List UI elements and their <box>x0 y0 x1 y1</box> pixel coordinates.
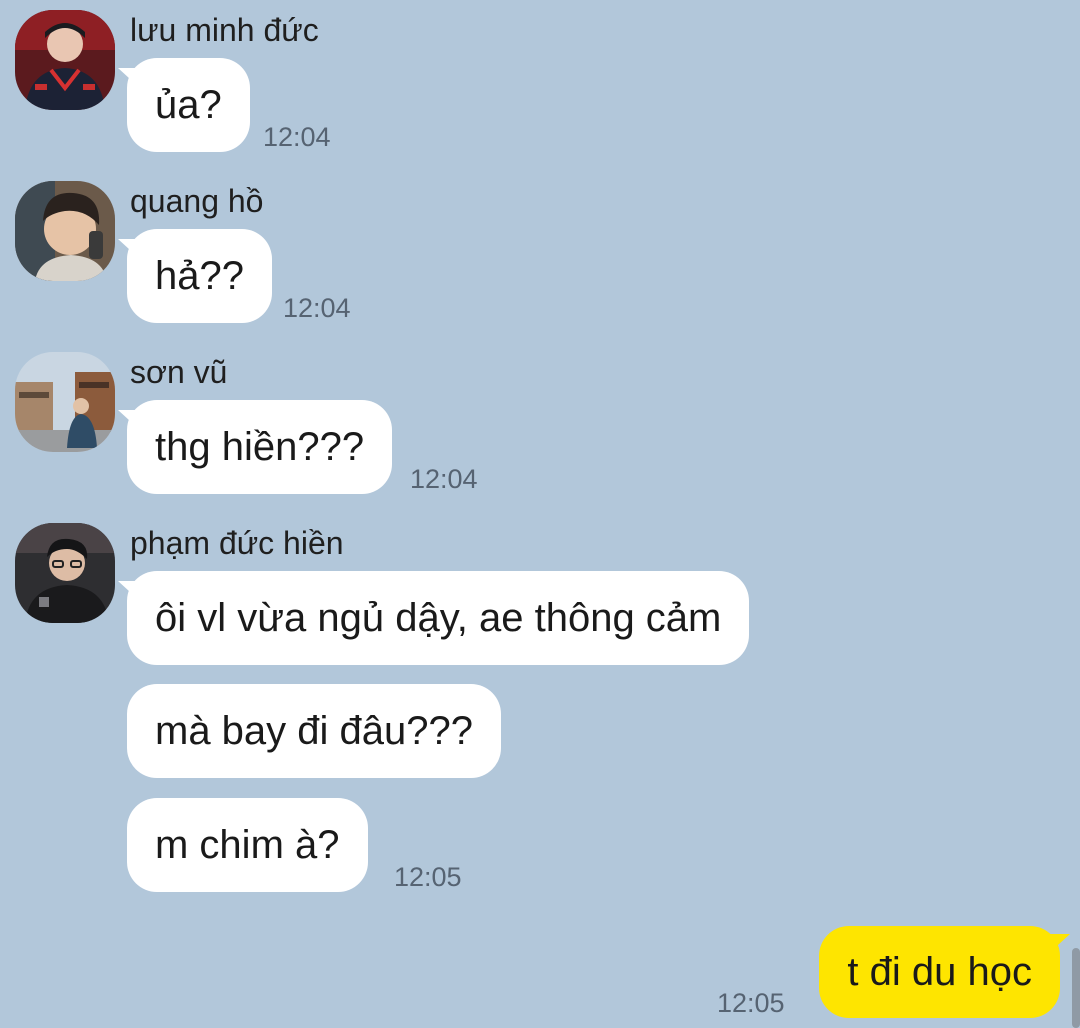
message-time: 12:04 <box>263 122 331 152</box>
scrollbar-thumb[interactable] <box>1072 948 1080 1028</box>
message-time: 12:05 <box>717 988 785 1018</box>
message-text: hả?? <box>155 253 244 298</box>
message-bubble[interactable]: hả?? <box>118 229 272 323</box>
profile-photo-icon <box>15 523 115 623</box>
outgoing-message-bubble[interactable]: t đi du học <box>819 926 1070 1018</box>
message-text: thg hiền??? <box>155 424 365 469</box>
chat-view[interactable]: lưu minh đức ủa? 12:04 quang hồ hả?? 12:… <box>0 0 1080 1028</box>
message-text: mà bay đi đâu??? <box>155 708 474 753</box>
message-time: 12:05 <box>394 862 462 892</box>
sender-avatar-luu-minh-duc[interactable] <box>15 10 115 110</box>
message-text: ôi vl vừa ngủ dậy, ae thông cảm <box>155 595 722 640</box>
sender-name: phạm đức hiền <box>130 525 344 561</box>
message-time: 12:04 <box>410 464 478 494</box>
message-bubble[interactable]: thg hiền??? <box>117 400 393 494</box>
message-bubble[interactable]: ủa? <box>118 58 250 152</box>
profile-photo-icon <box>15 352 115 452</box>
sender-name: quang hồ <box>130 183 264 219</box>
message-text: t đi du học <box>847 949 1032 994</box>
profile-photo-icon <box>15 10 115 110</box>
sender-avatar-pham-duc-hien[interactable] <box>15 523 115 623</box>
message-bubble[interactable]: m chim à? <box>127 798 368 892</box>
sender-avatar-quang-ho[interactable] <box>15 181 115 281</box>
message-bubble[interactable]: mà bay đi đâu??? <box>127 684 502 778</box>
message-text: m chim à? <box>155 822 340 867</box>
message-time: 12:04 <box>283 293 351 323</box>
profile-photo-icon <box>15 181 115 281</box>
sender-avatar-son-vu[interactable] <box>15 352 115 452</box>
sender-name: sơn vũ <box>130 354 228 390</box>
sender-name: lưu minh đức <box>130 12 319 48</box>
message-text: ủa? <box>155 82 222 127</box>
message-bubble[interactable]: ôi vl vừa ngủ dậy, ae thông cảm <box>117 571 750 665</box>
